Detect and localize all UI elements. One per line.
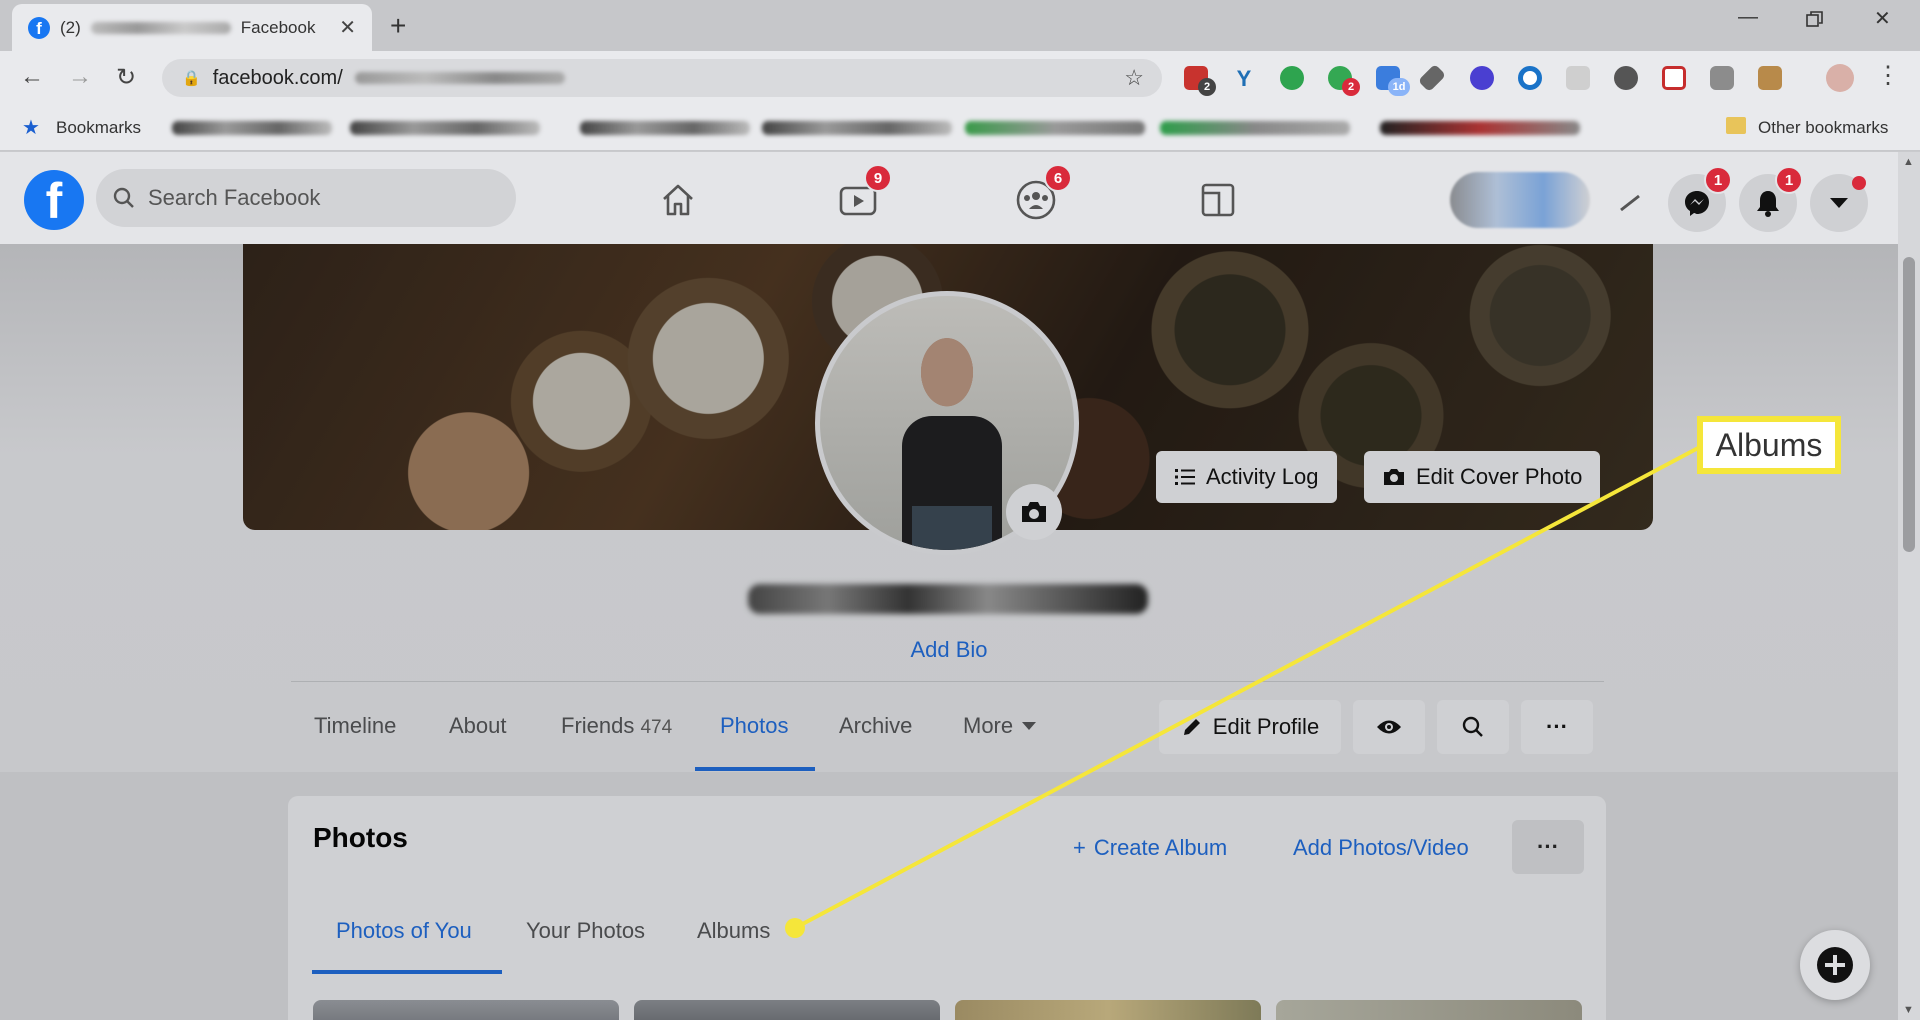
- albums-callout: Albums: [1697, 416, 1841, 474]
- callout-pointer-line: [785, 445, 1701, 938]
- callout-label: Albums: [1715, 426, 1823, 463]
